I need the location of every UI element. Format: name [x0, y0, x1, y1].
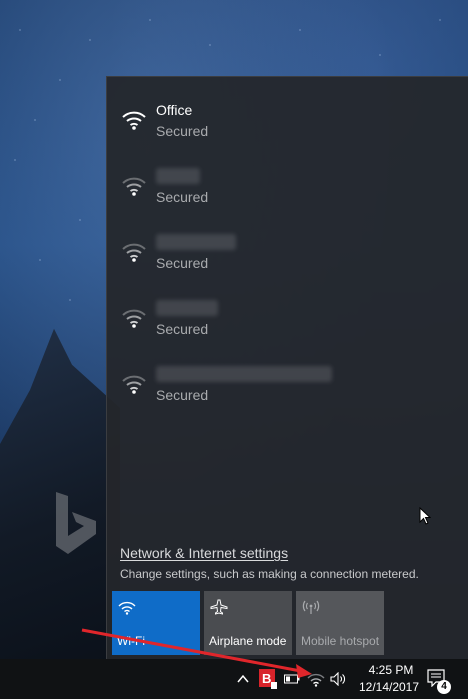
network-settings-link[interactable]: Network & Internet settings — [120, 545, 288, 561]
network-status: Secured — [156, 321, 209, 337]
network-flyout: Office Secured Secured Secured Secured S… — [106, 76, 468, 659]
bing-logo-icon — [56, 492, 96, 554]
svg-text:B: B — [262, 671, 271, 686]
network-name-blurred — [156, 168, 200, 184]
mouse-cursor-icon — [419, 507, 431, 525]
wifi-signal-icon — [122, 111, 146, 130]
airplane-mode-tile[interactable]: Airplane mode — [204, 591, 292, 655]
hotspot-icon — [302, 600, 320, 614]
wifi-signal-icon — [122, 309, 146, 328]
wifi-signal-icon — [122, 243, 146, 262]
wifi-icon — [118, 601, 136, 615]
tile-label: Wi-Fi — [117, 634, 145, 648]
network-name-blurred — [156, 366, 332, 382]
network-settings-description: Change settings, such as making a connec… — [120, 567, 419, 581]
network-item[interactable]: Secured — [107, 289, 468, 355]
battery-icon[interactable] — [284, 673, 300, 685]
taskbar: B 4:25 PM 12/14/2017 4 — [0, 659, 468, 699]
network-status: Secured — [156, 123, 209, 139]
network-item[interactable]: Secured — [107, 355, 468, 421]
network-name: Office — [156, 102, 193, 118]
network-status: Secured — [156, 387, 209, 403]
clock-date[interactable]: 12/14/2017 — [352, 680, 426, 694]
antivirus-icon[interactable]: B — [259, 669, 277, 689]
network-item[interactable]: Secured — [107, 223, 468, 289]
notification-count-badge: 4 — [437, 680, 451, 694]
network-icon[interactable] — [307, 671, 325, 687]
clock-time[interactable]: 4:25 PM — [360, 663, 422, 677]
network-item-office[interactable]: Office Secured — [107, 91, 468, 157]
wifi-signal-icon — [122, 375, 146, 394]
volume-icon[interactable] — [330, 672, 346, 686]
network-name-blurred — [156, 234, 236, 250]
quick-action-tiles: Wi-Fi Airplane mode Mobile hotspot — [112, 591, 384, 655]
wifi-signal-icon — [122, 177, 146, 196]
chevron-up-icon[interactable] — [237, 674, 249, 684]
network-name-blurred — [156, 300, 218, 316]
mobile-hotspot-tile[interactable]: Mobile hotspot — [296, 591, 384, 655]
network-list: Office Secured Secured Secured Secured S… — [107, 91, 468, 421]
tile-label: Airplane mode — [209, 634, 287, 648]
wifi-toggle-tile[interactable]: Wi-Fi — [112, 591, 200, 655]
tile-label: Mobile hotspot — [301, 634, 380, 648]
airplane-icon — [210, 599, 228, 615]
network-status: Secured — [156, 189, 209, 205]
network-status: Secured — [156, 255, 209, 271]
network-item[interactable]: Secured — [107, 157, 468, 223]
